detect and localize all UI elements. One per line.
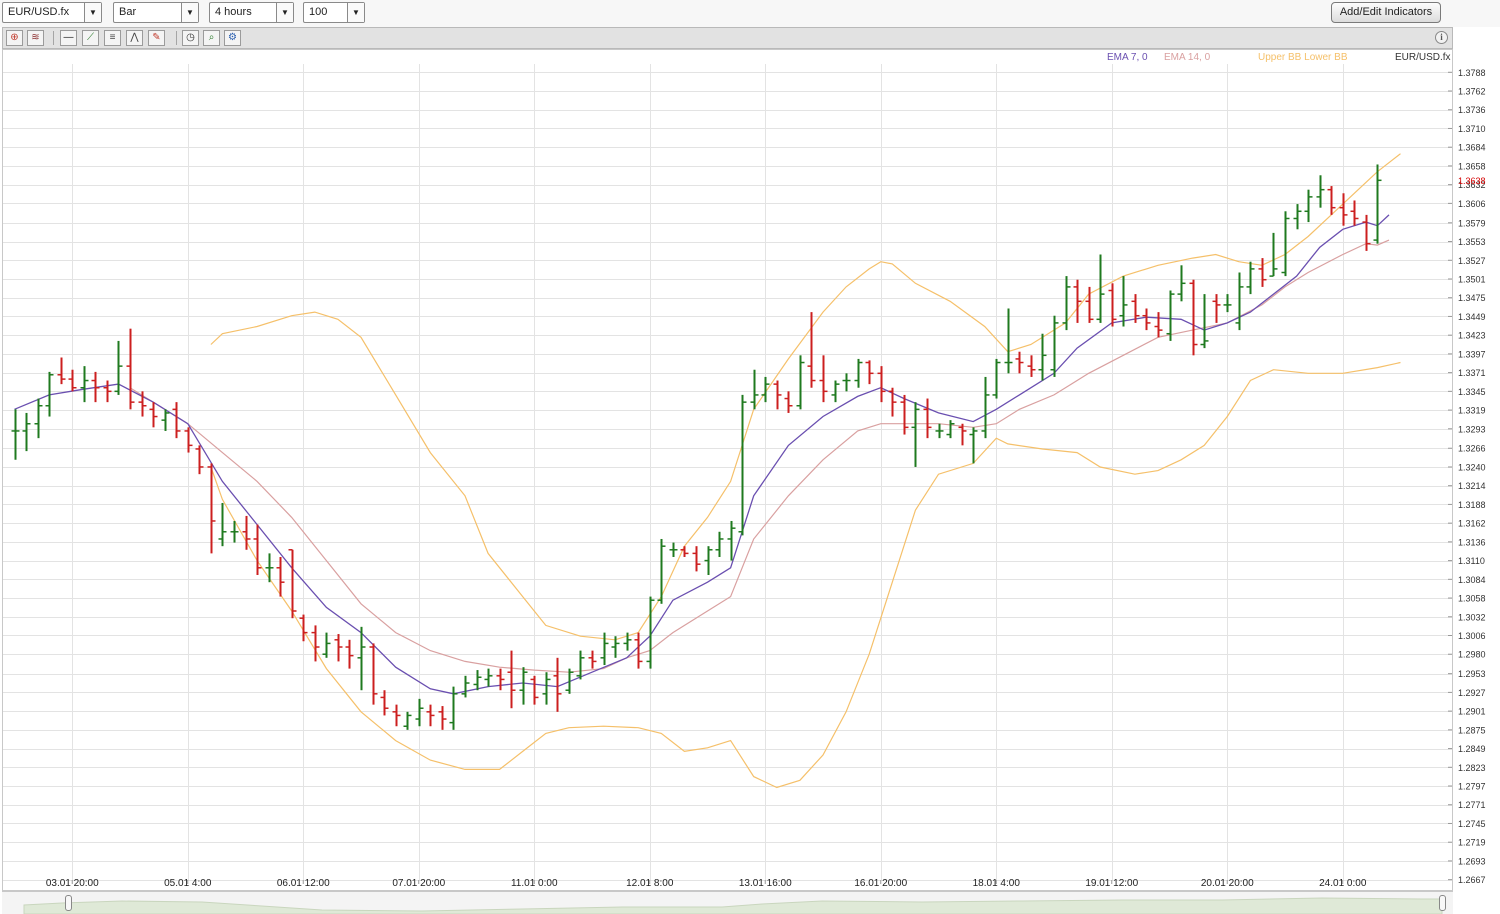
y-axis-tick-label: 1.3658 xyxy=(1458,161,1486,171)
chevron-down-icon[interactable]: ▼ xyxy=(276,3,293,22)
y-axis-tick-label: 1.3293 xyxy=(1458,424,1486,434)
y-axis-tick-label: 1.3553 xyxy=(1458,237,1486,247)
y-axis-tick-label: 1.2901 xyxy=(1458,707,1486,717)
y-axis-tick-label: 1.3684 xyxy=(1458,143,1486,153)
y-axis-tick-label: 1.2771 xyxy=(1458,800,1486,810)
crosshair-tool-icon[interactable]: ⊕ xyxy=(6,30,23,46)
ema7-line xyxy=(14,214,1390,695)
y-axis-tick-label: 1.2953 xyxy=(1458,669,1486,679)
y-axis-tick-label: 1.3084 xyxy=(1458,575,1486,585)
bar-count-select[interactable]: 100 ▼ xyxy=(303,2,365,23)
y-axis-tick-label: 1.3319 xyxy=(1458,406,1486,416)
symbol-select[interactable]: EUR/USD.fx ▼ xyxy=(2,2,102,23)
navigator-preview xyxy=(23,897,1443,914)
y-axis-tick-label: 1.3240 xyxy=(1458,462,1486,472)
y-axis-tick-label: 1.2693 xyxy=(1458,856,1486,866)
bollinger-lower-line xyxy=(210,361,1401,789)
chevron-down-icon[interactable]: ▼ xyxy=(181,3,198,22)
y-axis-tick-label: 1.3710 xyxy=(1458,124,1486,134)
zoom-icon[interactable]: ⌕ xyxy=(203,30,220,46)
wave-tool-icon[interactable]: ⋀ xyxy=(126,30,143,46)
legend-symbol: EUR/USD.fx xyxy=(1395,52,1451,63)
ema14-line xyxy=(129,239,1390,673)
bar-count-select-value: 100 xyxy=(309,6,328,18)
fibonacci-tool-icon[interactable]: ≡ xyxy=(104,30,121,46)
legend-ema7: EMA 7, 0 xyxy=(1107,52,1148,63)
y-axis-tick-label: 1.3266 xyxy=(1458,444,1486,454)
y-axis-tick-label: 1.3632 xyxy=(1458,180,1486,190)
chart-area[interactable] xyxy=(2,49,1453,891)
price-chart[interactable] xyxy=(3,50,1452,890)
timeframe-select[interactable]: 4 hours ▼ xyxy=(209,2,294,23)
navigator-left-handle[interactable] xyxy=(65,895,72,911)
y-axis-tick-label: 1.2719 xyxy=(1458,838,1486,848)
clock-icon[interactable]: ◷ xyxy=(182,30,199,46)
settings-icon[interactable]: ⚙ xyxy=(224,30,241,46)
bollinger-upper-line xyxy=(210,153,1401,641)
y-axis-tick-label: 1.3110 xyxy=(1458,556,1485,566)
navigator-bar[interactable] xyxy=(2,891,1453,914)
y-axis-tick-label: 1.3136 xyxy=(1458,537,1486,547)
last-price-label: 1.3638 xyxy=(1458,176,1486,186)
chart-pattern-tool-icon[interactable]: ≋ xyxy=(27,30,44,46)
y-axis-tick-label: 1.3162 xyxy=(1458,519,1486,529)
y-axis-tick-label: 1.3397 xyxy=(1458,349,1486,359)
drawing-toolbar: ⊕ ≋ — ⟋ ≡ ⋀ ✎ ◷ ⌕ ⚙ i xyxy=(2,27,1453,49)
chevron-down-icon[interactable]: ▼ xyxy=(347,3,364,22)
y-axis-tick-label: 1.2823 xyxy=(1458,763,1486,773)
navigator-right-handle[interactable] xyxy=(1439,895,1446,911)
toolbar-divider xyxy=(176,31,177,45)
horizontal-line-tool-icon[interactable]: — xyxy=(60,30,77,46)
symbol-select-value: EUR/USD.fx xyxy=(8,6,70,18)
y-axis-tick-label: 1.3214 xyxy=(1458,481,1486,491)
y-axis-tick-label: 1.2667 xyxy=(1458,875,1486,885)
y-axis-tick-label: 1.3188 xyxy=(1458,500,1486,510)
y-axis-tick-label: 1.3032 xyxy=(1458,612,1486,622)
chart-type-select-value: Bar xyxy=(119,6,137,18)
y-axis-tick-label: 1.2980 xyxy=(1458,650,1486,660)
timeframe-select-value: 4 hours xyxy=(215,6,252,18)
y-axis-tick-label: 1.3501 xyxy=(1458,274,1486,284)
y-axis-tick-label: 1.3606 xyxy=(1458,199,1486,209)
y-axis-tick-label: 1.3371 xyxy=(1458,368,1486,378)
navigator-area xyxy=(23,897,1443,914)
brush-tool-icon[interactable]: ✎ xyxy=(148,30,165,46)
y-axis-tick-label: 1.2797 xyxy=(1458,782,1486,792)
y-axis-tick-label: 1.3423 xyxy=(1458,331,1486,341)
y-axis-tick-label: 1.3788 xyxy=(1458,68,1486,78)
y-axis-tick-label: 1.3579 xyxy=(1458,218,1486,228)
toolbar-divider xyxy=(53,31,54,45)
y-axis-tick-label: 1.2927 xyxy=(1458,688,1486,698)
y-axis-tick-label: 1.3527 xyxy=(1458,256,1486,266)
add-edit-indicators-button[interactable]: Add/Edit Indicators xyxy=(1331,2,1441,23)
y-axis-tick-label: 1.2849 xyxy=(1458,744,1486,754)
y-axis-tick-label: 1.2745 xyxy=(1458,819,1486,829)
info-icon[interactable]: i xyxy=(1435,31,1448,44)
legend-bollinger-bands: Upper BB Lower BB xyxy=(1258,52,1348,63)
y-axis-tick-label: 1.3736 xyxy=(1458,105,1486,115)
y-axis-tick-label: 1.3058 xyxy=(1458,594,1486,604)
y-axis-tick-label: 1.3006 xyxy=(1458,631,1486,641)
legend-ema14: EMA 14, 0 xyxy=(1164,52,1211,63)
chart-type-select[interactable]: Bar ▼ xyxy=(113,2,199,23)
y-axis-tick-label: 1.3345 xyxy=(1458,387,1486,397)
y-axis-tick-label: 1.3449 xyxy=(1458,312,1486,322)
top-control-bar: EUR/USD.fx ▼ Bar ▼ 4 hours ▼ 100 ▼ Add/E… xyxy=(0,0,1500,27)
trend-line-tool-icon[interactable]: ⟋ xyxy=(82,30,99,46)
y-axis-tick-label: 1.3762 xyxy=(1458,87,1486,97)
y-axis-tick-label: 1.2875 xyxy=(1458,725,1486,735)
y-axis-tick-label: 1.3475 xyxy=(1458,293,1486,303)
chevron-down-icon[interactable]: ▼ xyxy=(84,3,101,22)
